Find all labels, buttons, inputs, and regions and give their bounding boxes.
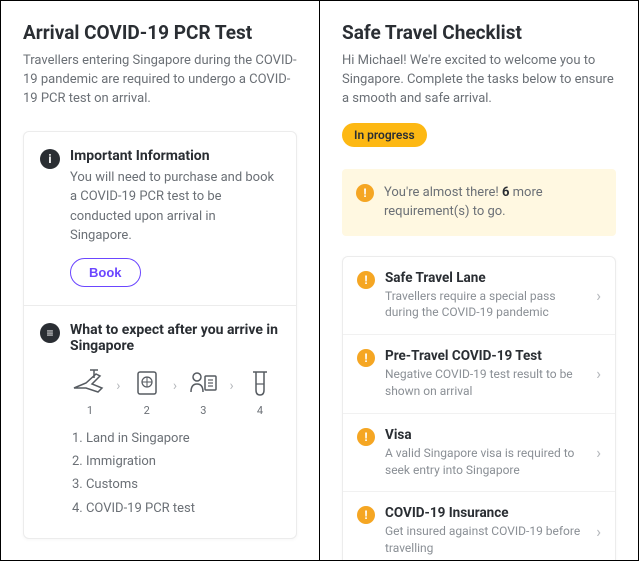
chevron-right-icon: › — [116, 378, 120, 394]
list-item: 2. Immigration — [72, 450, 280, 473]
progress-alert: ! You're almost there! 6 more requiremen… — [342, 169, 616, 236]
item-title: Visa — [385, 427, 582, 443]
step-4: 4 — [242, 368, 278, 417]
important-heading: Important Information — [70, 148, 280, 164]
list-icon — [40, 323, 60, 343]
alert-icon: ! — [356, 184, 374, 202]
warning-icon: ! — [357, 506, 375, 524]
item-desc: Travellers require a special pass during… — [385, 288, 582, 322]
important-info-section: i Important Information You will need to… — [24, 132, 296, 305]
item-title: Pre-Travel COVID-19 Test — [385, 348, 582, 364]
page-subtitle: Hi Michael! We're excited to welcome you… — [342, 52, 616, 109]
steps-illustration: 1 › 2 — [70, 368, 280, 417]
warning-icon: ! — [357, 271, 375, 289]
alert-prefix: You're almost there! — [384, 185, 502, 200]
warning-icon: ! — [357, 349, 375, 367]
list-item: 3. Customs — [72, 473, 280, 496]
checklist-item-visa[interactable]: ! Visa A valid Singapore visa is require… — [343, 413, 615, 492]
item-desc: A valid Singapore visa is required to se… — [385, 445, 582, 479]
page-title: Safe Travel Checklist — [342, 21, 616, 44]
book-button[interactable]: Book — [70, 258, 141, 287]
customs-icon — [185, 368, 221, 398]
panel-pcr-test: Arrival COVID-19 PCR Test Travellers ent… — [1, 1, 320, 560]
panel-checklist: Safe Travel Checklist Hi Michael! We're … — [320, 1, 638, 560]
info-card: i Important Information You will need to… — [23, 131, 297, 540]
checklist-item-pre-travel-test[interactable]: ! Pre-Travel COVID-19 Test Negative COVI… — [343, 334, 615, 413]
step-num: 4 — [257, 404, 263, 417]
expect-heading: What to expect after you arrive in Singa… — [70, 322, 280, 354]
step-3: 3 — [185, 368, 221, 417]
passport-icon — [129, 368, 165, 398]
step-num: 2 — [144, 404, 150, 417]
test-tube-icon — [242, 368, 278, 398]
list-item: 4. COVID-19 PCR test — [72, 497, 280, 520]
item-desc: Negative COVID-19 test result to be show… — [385, 366, 582, 400]
checklist-item-safe-travel-lane[interactable]: ! Safe Travel Lane Travellers require a … — [343, 257, 615, 335]
chevron-right-icon: › — [173, 378, 177, 394]
what-to-expect-section: What to expect after you arrive in Singa… — [24, 305, 296, 539]
item-desc: Get insured against COVID-19 before trav… — [385, 523, 582, 557]
step-2: 2 — [129, 368, 165, 417]
step-num: 1 — [87, 404, 93, 417]
chevron-right-icon: › — [230, 378, 234, 394]
steps-list: 1. Land in Singapore 2. Immigration 3. C… — [70, 427, 280, 521]
plane-icon — [72, 368, 108, 398]
step-num: 3 — [200, 404, 206, 417]
item-title: Safe Travel Lane — [385, 270, 582, 286]
chevron-right-icon: › — [592, 522, 601, 541]
checklist-item-insurance[interactable]: ! COVID-19 Insurance Get insured against… — [343, 491, 615, 560]
app-container: Arrival COVID-19 PCR Test Travellers ent… — [0, 0, 639, 561]
list-item: 1. Land in Singapore — [72, 427, 280, 450]
chevron-right-icon: › — [592, 443, 601, 462]
page-subtitle: Travellers entering Singapore during the… — [23, 52, 297, 109]
important-text: You will need to purchase and book a COV… — [70, 168, 280, 246]
item-title: COVID-19 Insurance — [385, 505, 582, 521]
warning-icon: ! — [357, 428, 375, 446]
chevron-right-icon: › — [592, 286, 601, 305]
page-title: Arrival COVID-19 PCR Test — [23, 21, 297, 44]
step-1: 1 — [72, 368, 108, 417]
status-badge: In progress — [342, 123, 427, 147]
checklist: ! Safe Travel Lane Travellers require a … — [342, 256, 616, 560]
info-icon: i — [40, 149, 60, 169]
chevron-right-icon: › — [592, 364, 601, 383]
alert-text: You're almost there! 6 more requirement(… — [384, 183, 602, 222]
